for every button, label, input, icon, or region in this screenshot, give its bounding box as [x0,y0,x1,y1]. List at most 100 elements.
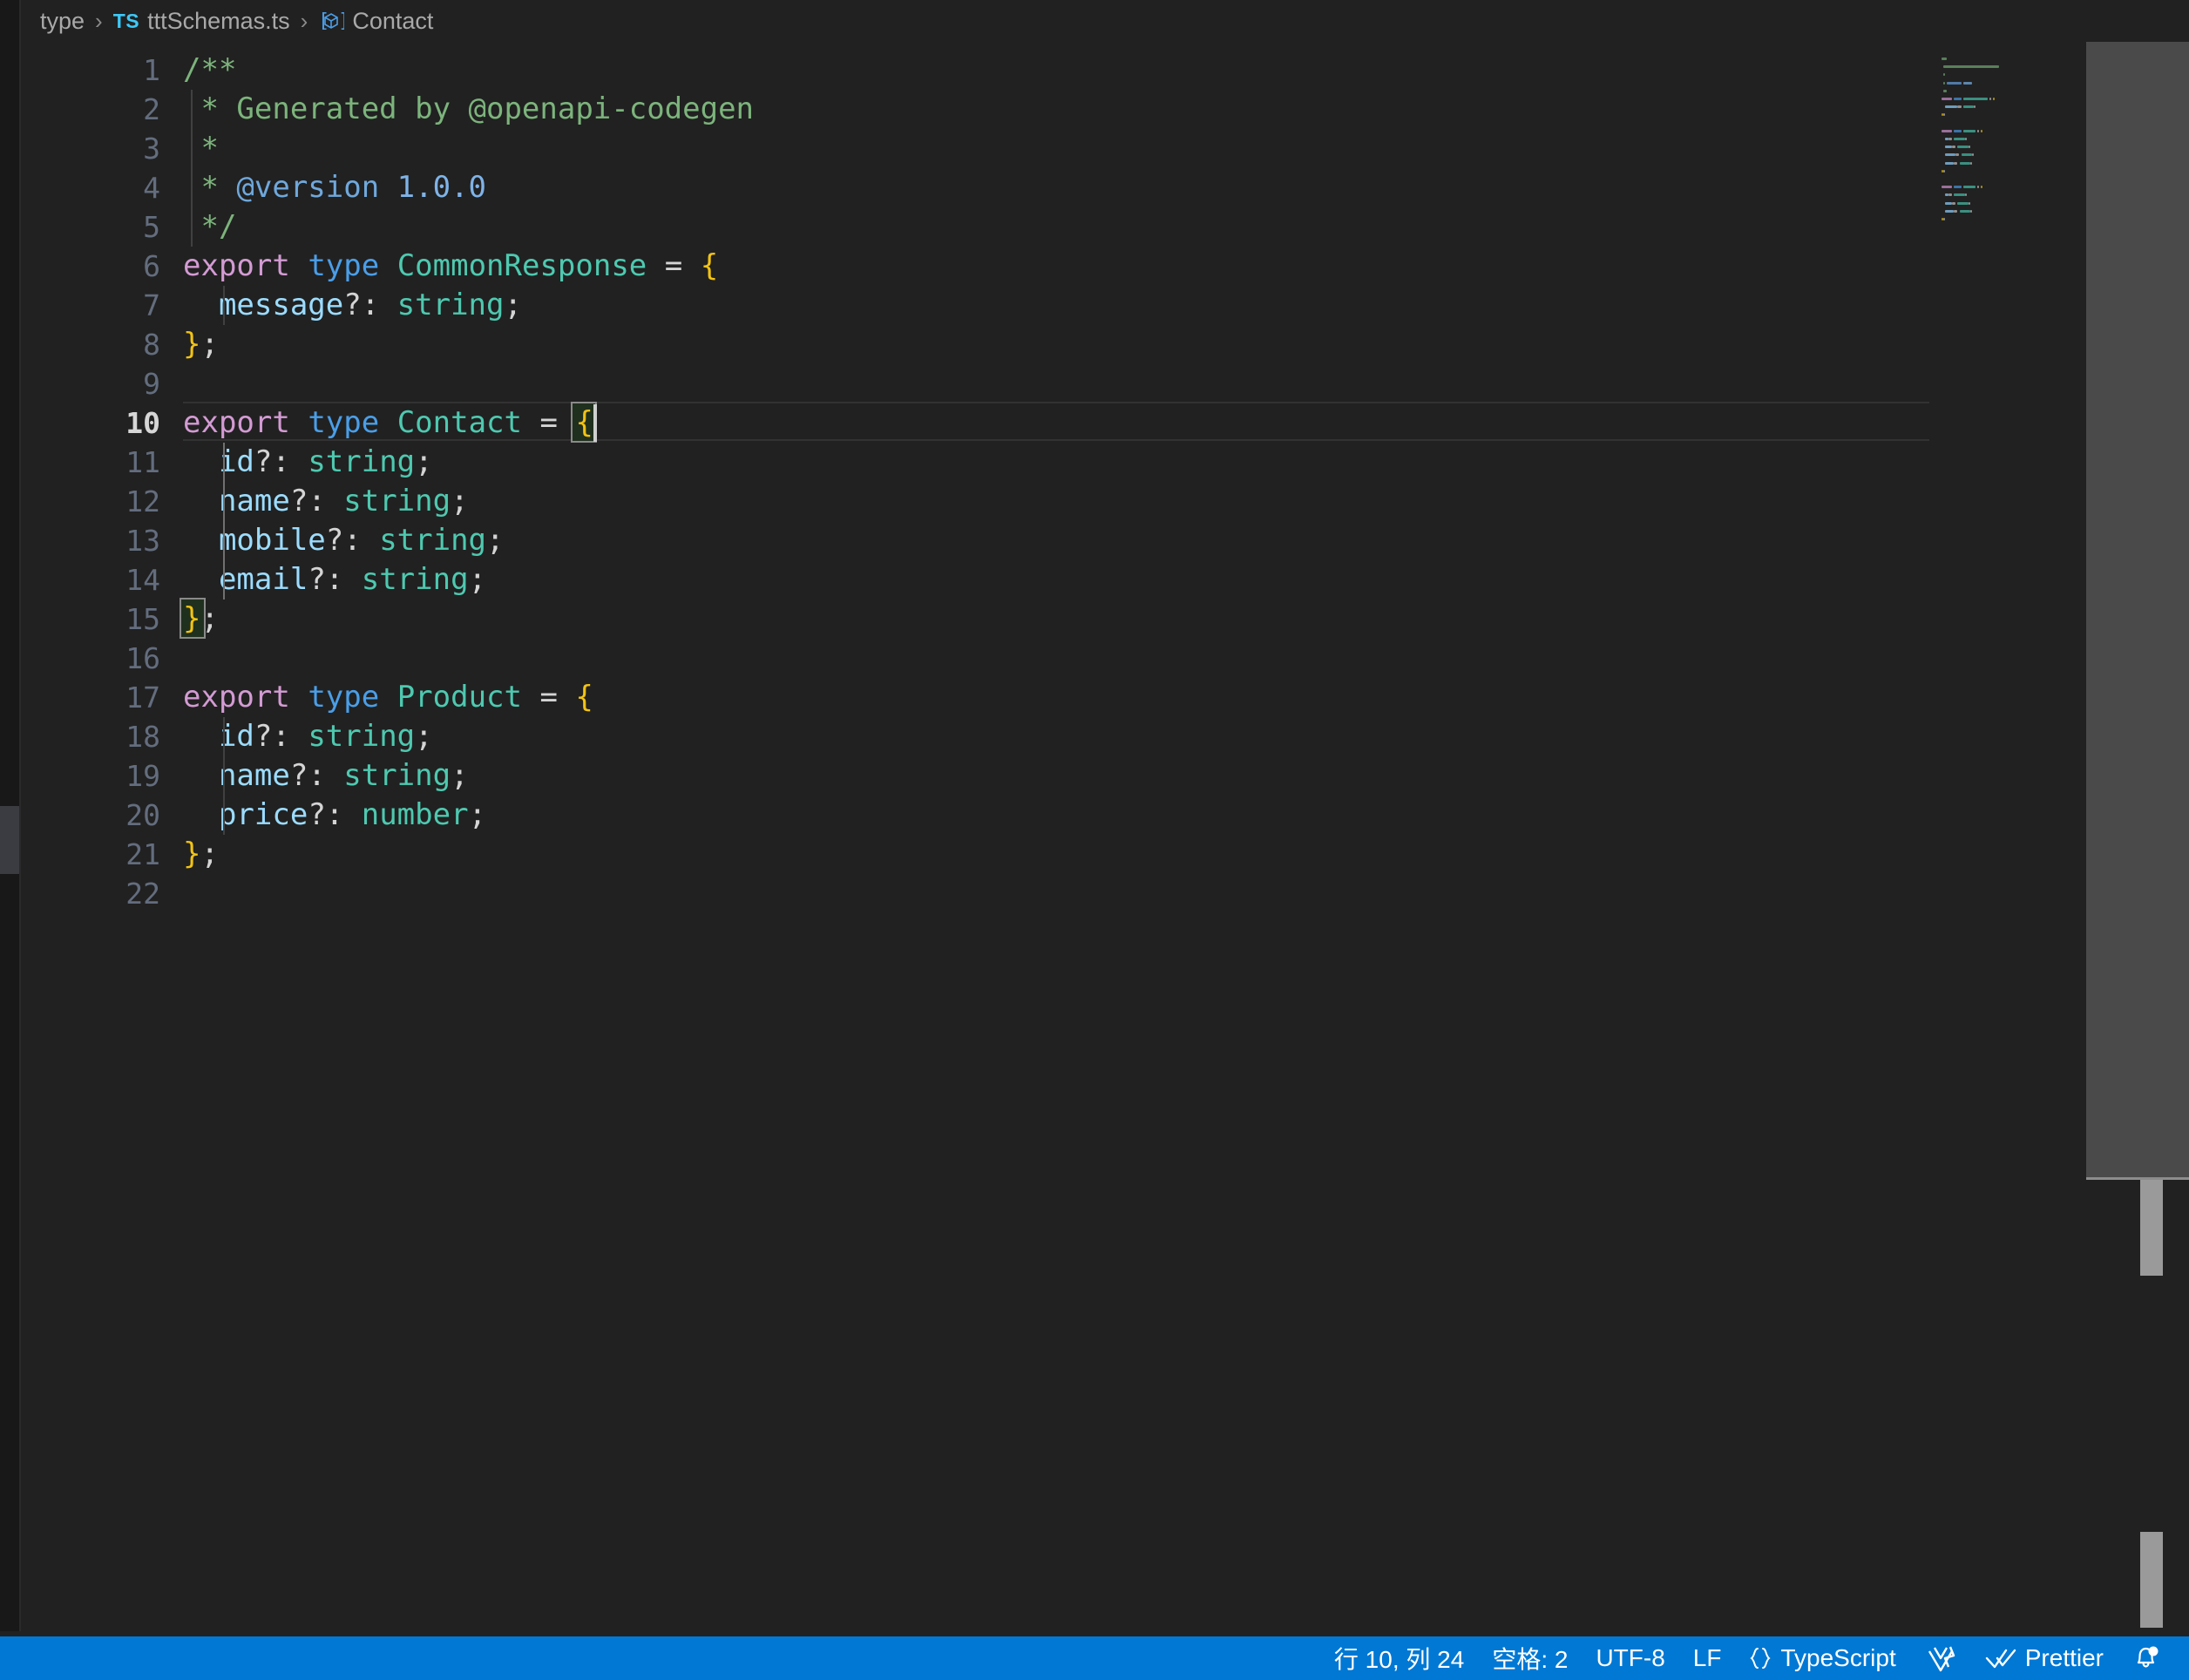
minimap-line [1954,186,1962,189]
line-number: 2 [143,92,160,126]
statusbar-eol[interactable]: LF [1679,1636,1736,1680]
minimap-line [1964,138,1967,140]
line-number-gutter: 1 2 3 4 5 6 7 8 9 10 11 12 13 14 15 16 17 18 19 20 21 22 [21,42,183,1636]
line-number: 22 [125,877,160,911]
code-token: string [308,444,416,479]
code-line[interactable]: * Generated by @openapi-codegen [183,90,754,129]
line-number: 6 [143,249,160,283]
code-line[interactable]: export type Contact = { [183,403,593,443]
svg-text:[: [ [318,10,329,32]
statusbar-indentation[interactable]: 空格: 2 [1478,1636,1582,1680]
code-line[interactable]: price?: number; [183,796,486,835]
line-number: 10 [125,406,160,440]
code-token: ?: [254,719,308,754]
typescript-file-icon: TS [112,9,140,32]
statusbar-vue-volar[interactable] [1910,1636,1971,1680]
code-line[interactable]: * [183,129,218,168]
minimap-line [1948,193,1953,197]
minimap-line [1957,146,1969,149]
minimap-line [1955,153,1960,157]
code-line[interactable]: id?: string; [183,443,433,482]
code-line[interactable] [183,639,200,678]
line-number: 16 [125,641,160,675]
code-line[interactable] [183,364,200,403]
code-editor[interactable]: 1 2 3 4 5 6 7 8 9 10 11 12 13 14 15 16 17 18 19 20 21 22 /** … [21,42,2189,1636]
minimap-line [1943,81,1946,85]
code-line[interactable]: name?: string; [183,756,469,796]
line-number: 11 [125,445,160,479]
code-line[interactable]: mobile?: string; [183,521,505,560]
statusbar-cursor-position[interactable]: 行 10, 列 24 [1320,1636,1478,1680]
cursor-position-label: 行 10, 列 24 [1333,1646,1465,1673]
minimap-line [1952,201,1956,205]
minimap-line [1959,209,1970,213]
code-line[interactable]: id?: string; [183,717,433,756]
code-line[interactable] [183,874,200,913]
minimap-line [1981,186,1983,189]
code-token: { [575,680,593,715]
code-token: ; [200,601,219,636]
minimap-line [1942,129,1953,132]
statusbar-encoding[interactable]: UTF-8 [1582,1636,1678,1680]
code-line[interactable]: }; [183,325,219,364]
breadcrumb-item-file[interactable]: TS tttSchemas.ts [113,8,290,35]
code-content[interactable]: /** * Generated by @openapi-codegen * * … [180,42,2189,1636]
minimap-line [1968,146,1970,149]
code-token: @version [236,170,380,205]
minimap-line [1981,129,1983,132]
line-number: 3 [143,132,160,166]
scrollbar-slider[interactable] [2086,42,2189,1179]
code-line[interactable]: }; [183,835,219,874]
code-token: { [575,405,593,440]
code-line[interactable]: * @version 1.0.0 [183,168,486,207]
code-token: ; [468,562,487,597]
code-line[interactable]: /** [183,51,236,90]
line-number: 7 [143,288,160,322]
code-line[interactable]: name?: string; [183,482,469,521]
minimap-line [1964,193,1967,197]
breadcrumb-item-folder[interactable]: type [40,8,85,35]
line-number: 18 [125,720,160,754]
code-token: mobile [218,523,326,558]
overview-ruler-mark-2[interactable] [2140,1532,2163,1628]
statusbar-formatter[interactable]: Prettier [1971,1636,2118,1680]
minimap-line [1942,58,1948,60]
code-line[interactable]: message?: string; [183,286,522,325]
overview-ruler-mark-1[interactable] [2140,1180,2163,1276]
code-line[interactable]: export type CommonResponse = { [183,247,718,286]
code-token: ; [504,288,522,322]
curly-braces-icon [1749,1645,1772,1671]
code-token: ?: [308,562,362,597]
code-token: Contact [396,405,522,440]
code-token: ?: [343,288,397,322]
code-token: ?: [308,797,362,832]
breadcrumb-item-symbol[interactable]: [ ] Contact [318,8,433,35]
eol-label: LF [1692,1644,1722,1671]
code-token: ; [451,484,469,518]
minimap-line [1969,209,1972,213]
code-token: = [521,680,576,715]
line-number: 9 [143,367,160,401]
statusbar-language-mode[interactable]: TypeScript [1735,1636,1909,1680]
code-line[interactable]: }; [183,600,219,639]
activity-bar-scrollbar[interactable] [0,806,19,874]
code-token: Product [396,680,522,715]
minimap-line [1962,81,1972,85]
code-line[interactable]: export type Product = { [183,678,593,717]
editor-scrollbar[interactable] [2086,42,2189,1636]
code-token: message [218,288,344,322]
breadcrumb-separator-icon-2: › [300,7,308,34]
indent-guide [223,286,225,325]
code-line[interactable]: email?: string; [183,560,486,600]
statusbar-notifications[interactable] [2118,1636,2175,1680]
minimap[interactable] [1929,42,2086,1636]
text-cursor [593,404,598,442]
code-token: export [183,248,290,283]
code-token: = [521,405,576,440]
